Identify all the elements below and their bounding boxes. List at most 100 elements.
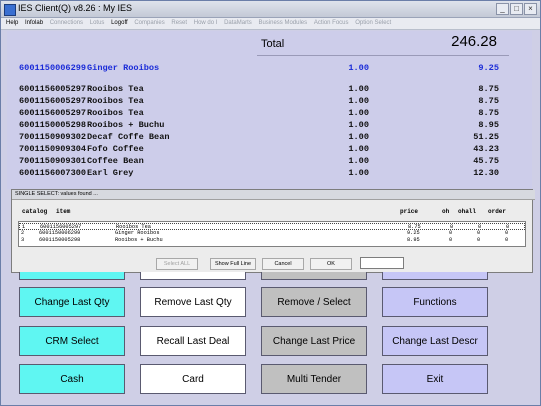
- line-qty: 1.00: [348, 120, 369, 130]
- line-desc: Ginger Rooibos: [87, 63, 160, 73]
- hidden-button-partial: [261, 272, 367, 280]
- remove-select-button[interactable]: Remove / Select: [261, 287, 367, 317]
- line-price: 12.30: [473, 168, 499, 178]
- line-qty: 1.00: [348, 156, 369, 166]
- window-title: IES Client(Q) v8.26 : My IES: [18, 3, 133, 13]
- row-number: 3: [21, 237, 25, 243]
- line-code: 6001156005297: [19, 96, 87, 106]
- line-code: 6001150005298: [19, 120, 87, 130]
- row-code: 6001150005298: [39, 237, 81, 243]
- total-value: 246.28: [451, 33, 497, 50]
- list-item[interactable]: 3 6001150005298 Rooibos + Buchu 8.95 0 0…: [19, 237, 525, 244]
- menu-item-how-do-i: How do I: [193, 20, 218, 26]
- header-order: order: [488, 208, 507, 215]
- line-desc: Earl Grey: [87, 168, 134, 178]
- menu-item-lotus: Lotus: [89, 20, 105, 26]
- row-oh: 0: [449, 237, 453, 243]
- change-last-qty-button[interactable]: Change Last Qty: [19, 287, 125, 317]
- row-order: 0: [505, 237, 509, 243]
- total-label: Total: [261, 38, 285, 50]
- line-qty: 1.00: [348, 168, 369, 178]
- line-code: 7001150909304: [19, 144, 87, 154]
- multi-tender-button[interactable]: Multi Tender: [261, 364, 367, 394]
- crm-select-button[interactable]: CRM Select: [19, 326, 125, 356]
- row-number: 2: [21, 230, 25, 236]
- row-desc: Ginger Rooibos: [115, 230, 160, 236]
- menu-item-business-modules: Business Modules: [258, 20, 308, 26]
- menu-item-companies: Companies: [134, 20, 165, 26]
- line-desc: Rooibos Tea: [87, 96, 144, 106]
- total-divider: [257, 55, 509, 56]
- header-catalog: catalog: [22, 208, 48, 215]
- dialog-input-field[interactable]: [360, 257, 404, 269]
- change-last-price-button[interactable]: Change Last Price: [261, 326, 367, 356]
- app-window: IES Client(Q) v8.26 : My IES _ □ × Help …: [0, 0, 541, 406]
- menu-item-logoff[interactable]: Logoff: [111, 18, 128, 29]
- menu-item-infolab[interactable]: Infolab: [25, 18, 43, 29]
- line-price: 9.25: [478, 63, 499, 73]
- line-price: 51.25: [473, 132, 499, 142]
- change-last-descr-button[interactable]: Change Last Descr: [382, 326, 488, 356]
- line-desc: Decaf Coffe Bean: [87, 132, 170, 142]
- line-price: 45.75: [473, 156, 499, 166]
- select-all-button: Select ALL: [156, 258, 198, 270]
- hidden-button-partial: [382, 272, 488, 280]
- line-code: 6001156005297: [19, 84, 87, 94]
- line-code: 6001156005297: [19, 108, 87, 118]
- row-code: 6001150006299: [39, 230, 81, 236]
- recall-last-deal-button[interactable]: Recall Last Deal: [140, 326, 246, 356]
- header-ohall: ohall: [458, 208, 477, 215]
- line-code: 6001150006299: [19, 63, 87, 73]
- hidden-button-partial: [19, 272, 125, 280]
- dialog-results-list[interactable]: 1 6001156005297 Rooibos Tea 8.75 0 0 0 2…: [18, 221, 526, 247]
- receipt-panel: Total 246.28 6001150006299 Ginger Rooibo…: [7, 31, 532, 189]
- line-qty: 1.00: [348, 108, 369, 118]
- line-price: 8.75: [478, 84, 499, 94]
- row-desc: Rooibos + Buchu: [115, 237, 163, 243]
- line-desc: Coffee Bean: [87, 156, 144, 166]
- header-price: price: [400, 208, 419, 215]
- title-bar: IES Client(Q) v8.26 : My IES _ □ ×: [1, 1, 540, 18]
- list-item[interactable]: 2 6001150006299 Ginger Rooibos 9.25 0 0 …: [19, 230, 525, 237]
- line-qty: 1.00: [348, 144, 369, 154]
- line-qty: 1.00: [348, 63, 369, 73]
- line-desc: Rooibos Tea: [87, 84, 144, 94]
- minimize-icon[interactable]: _: [496, 3, 509, 15]
- header-item: item: [56, 208, 71, 215]
- ok-button[interactable]: OK: [310, 258, 352, 270]
- single-select-dialog: SINGLE SELECT: values found ... catalog …: [11, 189, 535, 273]
- show-full-line-button[interactable]: Show Full Line: [210, 258, 256, 270]
- row-oh: 0: [449, 230, 453, 236]
- menu-item-option-select: Option Select: [355, 20, 392, 26]
- row-price: 8.95: [407, 237, 420, 243]
- line-code: 7001150909301: [19, 156, 87, 166]
- menu-item-reset: Reset: [171, 20, 188, 26]
- app-icon: [4, 4, 16, 16]
- exit-button[interactable]: Exit: [382, 364, 488, 394]
- line-price: 8.95: [478, 120, 499, 130]
- row-price: 9.25: [407, 230, 420, 236]
- line-qty: 1.00: [348, 132, 369, 142]
- line-desc: Fofo Coffee: [87, 144, 144, 154]
- line-qty: 1.00: [348, 96, 369, 106]
- hidden-button-partial: [140, 272, 246, 280]
- list-item[interactable]: 1 6001156005297 Rooibos Tea 8.75 0 0 0: [19, 223, 525, 230]
- card-button[interactable]: Card: [140, 364, 246, 394]
- remove-last-qty-button[interactable]: Remove Last Qty: [140, 287, 246, 317]
- menu-item-datamarts: DataMarts: [224, 20, 252, 26]
- line-desc: Rooibos + Buchu: [87, 120, 165, 130]
- line-desc: Rooibos Tea: [87, 108, 144, 118]
- row-ohall: 0: [477, 230, 481, 236]
- menu-item-help[interactable]: Help: [6, 18, 18, 29]
- cash-button[interactable]: Cash: [19, 364, 125, 394]
- line-code: 6001156007300: [19, 168, 87, 178]
- functions-button[interactable]: Functions: [382, 287, 488, 317]
- menu-item-connections: Connections: [49, 20, 84, 26]
- menu-item-action-focus: Action Focus: [313, 20, 349, 26]
- cancel-button[interactable]: Cancel: [262, 258, 304, 270]
- maximize-icon[interactable]: □: [510, 3, 523, 15]
- header-oh: oh: [442, 208, 450, 215]
- close-icon[interactable]: ×: [524, 3, 537, 15]
- line-price: 8.75: [478, 108, 499, 118]
- line-price: 8.75: [478, 96, 499, 106]
